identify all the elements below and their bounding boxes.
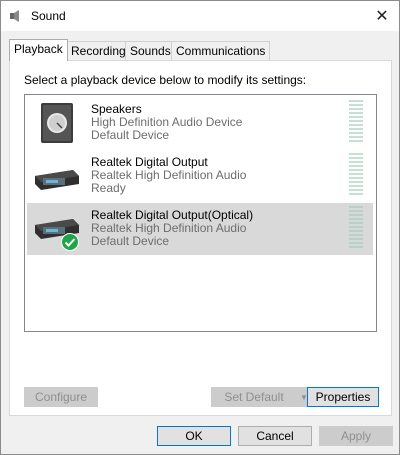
- title-bar: Sound ✕: [1, 1, 399, 31]
- sound-app-icon: [10, 10, 19, 22]
- properties-button[interactable]: Properties: [307, 387, 379, 407]
- default-device-check-icon: [61, 233, 79, 251]
- device-list[interactable]: Speakers High Definition Audio Device De…: [24, 94, 377, 332]
- volume-meter: [349, 100, 363, 146]
- tab-playback[interactable]: Playback: [9, 39, 68, 61]
- device-driver: Realtek High Definition Audio: [91, 221, 247, 235]
- digital-output-icon: [35, 170, 79, 190]
- instruction-text: Select a playback device below to modify…: [24, 73, 307, 87]
- device-item-realtek-digital-output-optical[interactable]: Realtek Digital Output(Optical) Realtek …: [27, 203, 373, 255]
- device-name: Realtek Digital Output(Optical): [91, 208, 254, 222]
- cancel-button[interactable]: Cancel: [238, 426, 312, 446]
- device-status: Default Device: [91, 128, 170, 142]
- device-name: Speakers: [91, 102, 142, 116]
- tab-communications[interactable]: Communications: [171, 41, 271, 60]
- device-driver: Realtek High Definition Audio: [91, 168, 247, 182]
- apply-button[interactable]: Apply: [319, 426, 393, 446]
- device-status: Ready: [91, 181, 126, 195]
- configure-button[interactable]: Configure: [24, 387, 98, 407]
- tab-sounds[interactable]: Sounds: [125, 41, 176, 60]
- device-item-speakers[interactable]: Speakers High Definition Audio Device De…: [27, 97, 373, 149]
- ok-button[interactable]: OK: [157, 426, 231, 446]
- set-default-button[interactable]: Set Default: [211, 387, 297, 407]
- device-item-realtek-digital-output[interactable]: Realtek Digital Output Realtek High Defi…: [27, 150, 373, 202]
- sound-dialog: Sound ✕ Playback Recording Sounds Commun…: [0, 0, 400, 455]
- device-driver: High Definition Audio Device: [91, 115, 243, 129]
- speaker-icon: [41, 103, 73, 143]
- tab-recording[interactable]: Recording: [66, 41, 131, 60]
- playback-panel: Select a playback device below to modify…: [9, 60, 392, 416]
- window-title: Sound: [31, 9, 66, 23]
- device-status: Default Device: [91, 234, 170, 248]
- close-icon[interactable]: ✕: [365, 1, 399, 31]
- device-name: Realtek Digital Output: [91, 155, 208, 169]
- volume-meter: [349, 206, 363, 252]
- volume-meter: [349, 153, 363, 199]
